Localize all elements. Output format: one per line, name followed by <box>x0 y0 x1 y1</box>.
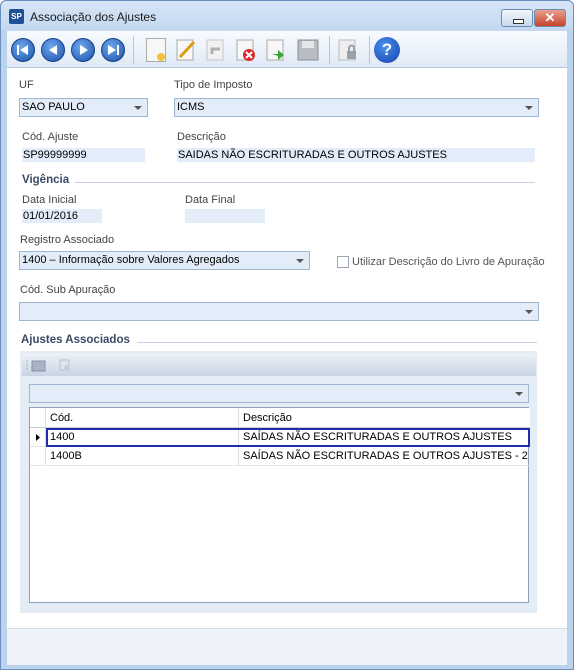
minimize-button[interactable] <box>501 9 533 27</box>
toolbar-separator <box>329 36 330 64</box>
cod-ajuste-field[interactable]: SP99999999 <box>22 148 145 162</box>
new-icon[interactable] <box>143 37 169 63</box>
divider <box>137 342 537 343</box>
row-indicator <box>30 447 46 466</box>
ajustes-panel: Cód. Descrição 1400 SAÍDAS NÃO ESCRITURA… <box>20 351 537 613</box>
ajustes-filter-select[interactable] <box>29 384 529 403</box>
chevron-down-icon <box>515 392 523 396</box>
form-area: UF SAO PAULO Tipo de Imposto ICMS Cód. A… <box>7 68 567 628</box>
column-header-cod[interactable]: Cód. <box>46 408 239 428</box>
delete-icon[interactable] <box>233 37 259 63</box>
uf-select-value: SAO PAULO <box>22 101 85 113</box>
ajustes-toolbar <box>22 353 536 376</box>
window-title: Associação dos Ajustes <box>30 10 157 24</box>
previous-record-icon[interactable] <box>40 37 66 63</box>
current-row-indicator <box>30 428 46 447</box>
confirm-icon[interactable] <box>263 37 289 63</box>
row-indicator-header <box>30 408 46 428</box>
ajustes-grid: Cód. Descrição 1400 SAÍDAS NÃO ESCRITURA… <box>29 407 530 603</box>
cod-sub-apuracao-label: Cód. Sub Apuração <box>20 284 116 296</box>
tipo-imposto-value: ICMS <box>177 101 205 113</box>
data-inicial-field[interactable]: 01/01/2016 <box>22 209 102 223</box>
table-row-descricao[interactable]: SAÍDAS NÃO ESCRITURADAS E OUTROS AJUSTES… <box>239 447 530 466</box>
data-inicial-label: Data Inicial <box>22 194 77 206</box>
descricao-field[interactable]: SAIDAS NÃO ESCRITURADAS E OUTROS AJUSTES <box>177 148 535 162</box>
ajustes-section-title: Ajustes Associados <box>21 334 130 346</box>
remove-row-icon[interactable] <box>58 358 72 372</box>
uf-select[interactable]: SAO PAULO <box>19 98 148 117</box>
uf-label: UF <box>19 79 34 91</box>
registro-associado-label: Registro Associado <box>20 234 115 246</box>
app-icon: SP <box>9 9 24 24</box>
tipo-imposto-select[interactable]: ICMS <box>174 98 539 117</box>
utilizar-descricao-checkbox[interactable] <box>337 256 349 268</box>
undo-icon[interactable] <box>203 37 229 63</box>
toolbar-separator <box>369 36 370 64</box>
window: SP Associação dos Ajustes ✕ ? UF SAO PAU… <box>0 0 574 670</box>
save-icon[interactable] <box>295 37 321 63</box>
add-row-icon[interactable] <box>26 358 56 372</box>
column-header-descricao[interactable]: Descrição <box>239 408 530 428</box>
registro-associado-value: 1400 – Informação sobre Valores Agregado… <box>22 254 240 266</box>
first-record-icon[interactable] <box>10 37 36 63</box>
next-record-icon[interactable] <box>70 37 96 63</box>
title-bar[interactable]: SP Associação dos Ajustes ✕ <box>1 1 573 31</box>
table-row-cod[interactable]: 1400 <box>46 428 239 447</box>
last-record-icon[interactable] <box>100 37 126 63</box>
main-toolbar: ? <box>7 31 567 68</box>
chevron-down-icon <box>525 106 533 110</box>
divider <box>75 182 535 183</box>
chevron-down-icon <box>296 259 304 263</box>
chevron-down-icon <box>134 106 142 110</box>
data-final-label: Data Final <box>185 194 236 206</box>
descricao-label: Descrição <box>177 131 226 143</box>
vigencia-section-title: Vigência <box>22 174 70 186</box>
close-button[interactable]: ✕ <box>534 9 566 27</box>
chevron-down-icon <box>525 310 533 314</box>
data-final-field[interactable] <box>185 209 265 223</box>
footer-bar <box>7 628 567 665</box>
row-pointer-icon <box>36 434 40 441</box>
edit-icon[interactable] <box>173 37 199 63</box>
table-row-cod[interactable]: 1400B <box>46 447 239 466</box>
utilizar-descricao-label: Utilizar Descrição do Livro de Apuração <box>352 256 545 268</box>
table-row-descricao[interactable]: SAÍDAS NÃO ESCRITURADAS E OUTROS AJUSTES <box>239 428 530 447</box>
cod-sub-apuracao-select[interactable] <box>19 302 539 321</box>
cod-ajuste-label: Cód. Ajuste <box>22 131 79 143</box>
registro-associado-select[interactable]: 1400 – Informação sobre Valores Agregado… <box>19 251 310 270</box>
toolbar-separator <box>133 36 134 64</box>
lock-icon[interactable] <box>335 37 361 63</box>
client-area: ? UF SAO PAULO Tipo de Imposto ICMS Cód.… <box>7 31 567 665</box>
help-icon[interactable]: ? <box>374 37 400 63</box>
tipo-imposto-label: Tipo de Imposto <box>174 79 253 91</box>
